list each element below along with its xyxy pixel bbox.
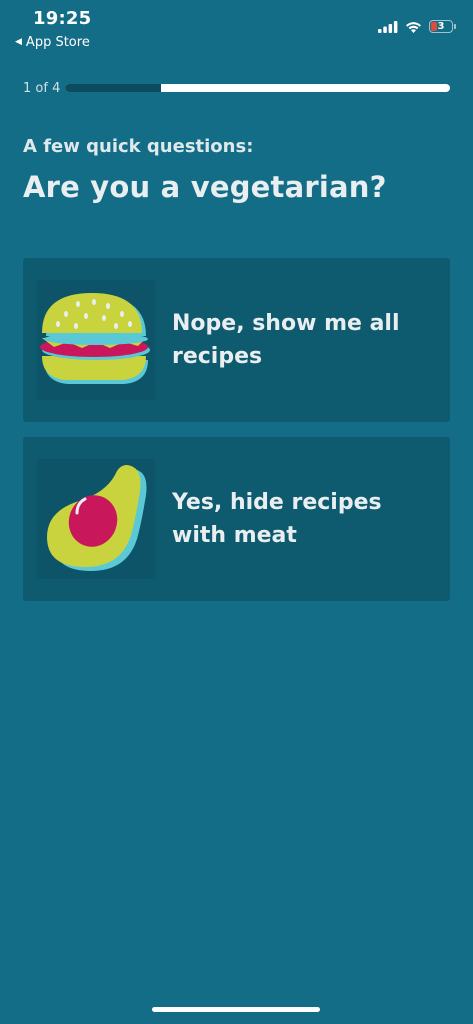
screen: 19:25 ◀ App Store 3 1 of 4 A few quick q…	[0, 0, 473, 1024]
battery-fill	[431, 22, 437, 31]
progress-bar	[65, 84, 450, 92]
back-to-app-store-link[interactable]: ◀ App Store	[15, 35, 90, 50]
progress-row: 1 of 4	[23, 79, 450, 97]
wifi-icon	[406, 21, 421, 33]
back-link-label: App Store	[25, 35, 90, 50]
option-label: Yes, hide recipes with meat	[172, 490, 382, 548]
back-arrow-icon: ◀	[15, 37, 22, 47]
option-illustration	[37, 459, 155, 579]
progress-bar-fill	[65, 84, 162, 92]
page-title: Are you a vegetarian?	[23, 170, 387, 204]
status-time: 19:25	[33, 8, 92, 29]
cellular-signal-icon	[378, 20, 398, 33]
avocado-icon	[47, 465, 147, 571]
step-counter: 1 of 4	[23, 80, 61, 96]
option-card-show-all[interactable]: Nope, show me all recipes	[23, 258, 450, 422]
battery-nub	[454, 24, 456, 29]
status-icons: 3	[378, 20, 456, 33]
battery-level: 3	[437, 20, 445, 32]
page-subtitle: A few quick questions:	[23, 136, 254, 157]
home-indicator[interactable]	[152, 1007, 320, 1012]
option-illustration	[37, 280, 155, 400]
option-card-vegetarian[interactable]: Yes, hide recipes with meat	[23, 437, 450, 601]
option-label: Nope, show me all recipes	[172, 311, 400, 369]
burger-icon	[40, 293, 150, 384]
battery-icon: 3	[429, 20, 456, 33]
